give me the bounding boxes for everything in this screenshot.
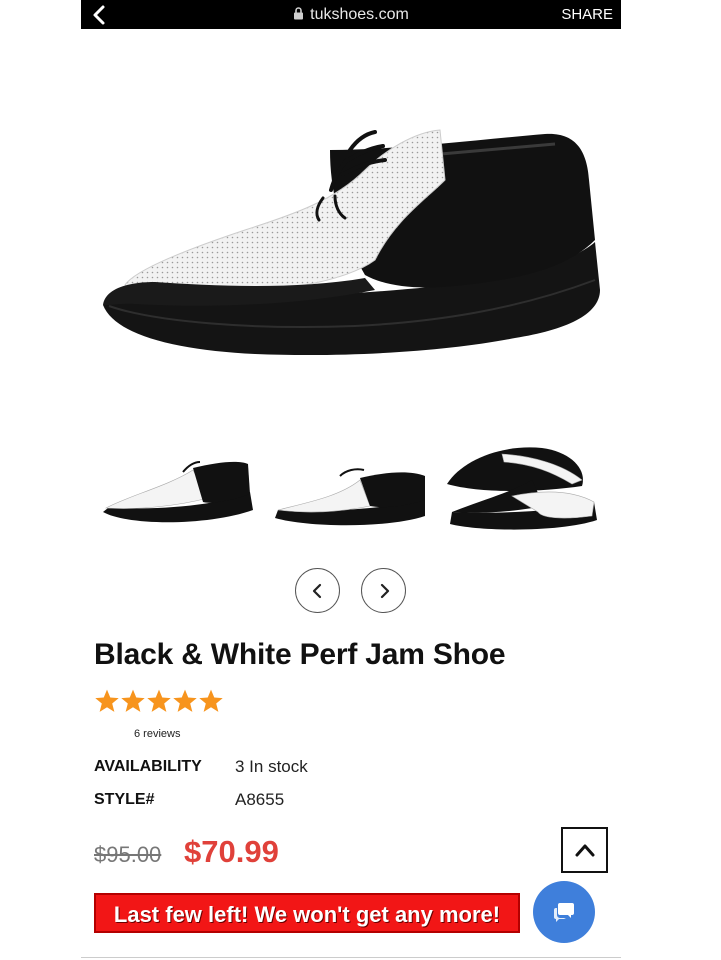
star-icon [121, 689, 145, 712]
reviews-link[interactable]: 6 reviews [134, 728, 180, 740]
sale-price: $70.99 [184, 834, 279, 869]
gallery-next-button[interactable] [361, 568, 406, 613]
promo-banner: Last few left! We won't get any more! [94, 893, 520, 933]
divider [81, 957, 621, 958]
chevron-up-icon [575, 844, 595, 857]
gallery-prev-button[interactable] [295, 568, 340, 613]
star-icon [199, 689, 223, 712]
shoe-thumbnail-pair [447, 447, 597, 530]
chevron-right-icon [380, 583, 390, 599]
browser-top-bar: tukshoes.com SHARE [81, 0, 621, 29]
star-icon [147, 689, 171, 712]
thumbnail-2[interactable] [270, 440, 430, 540]
star-icon [173, 689, 197, 712]
shoe-thumbnail-angle [275, 468, 425, 526]
product-main-image[interactable] [95, 110, 610, 380]
product-title: Black & White Perf Jam Shoe [94, 638, 506, 671]
shoe-illustration [103, 129, 600, 356]
shoe-thumbnail-side [103, 461, 253, 523]
lock-icon [294, 7, 304, 20]
chat-bubble-icon [554, 903, 574, 922]
star-rating[interactable] [94, 688, 224, 716]
chat-button[interactable] [533, 881, 595, 943]
style-value: A8655 [235, 790, 285, 809]
style-label: STYLE# [94, 791, 155, 808]
address-bar[interactable]: tukshoes.com [81, 6, 621, 24]
original-price: $95.00 [94, 842, 162, 867]
availability-label: AVAILABILITY [94, 758, 202, 775]
share-button[interactable]: SHARE [561, 6, 613, 23]
url-text: tukshoes.com [310, 6, 409, 23]
chevron-left-icon [312, 583, 322, 599]
scroll-to-top-button[interactable] [561, 827, 608, 873]
thumbnail-1[interactable] [98, 440, 258, 540]
thumbnail-3[interactable] [442, 440, 602, 540]
star-icon [95, 689, 119, 712]
availability-value: 3 In stock [235, 757, 308, 776]
